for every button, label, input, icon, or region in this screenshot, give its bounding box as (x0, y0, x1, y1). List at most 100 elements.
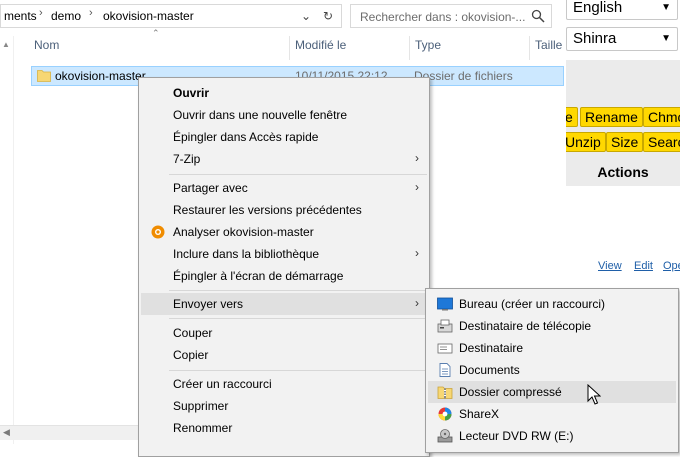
scroll-left-icon[interactable]: ◀ (3, 427, 10, 438)
size-button[interactable]: Size (606, 132, 644, 152)
menu-item-restore-previous[interactable]: Restaurer les versions précédentes (141, 199, 427, 221)
breadcrumb-item[interactable]: demo (51, 9, 81, 23)
column-divider[interactable] (529, 36, 530, 60)
sendto-item-sharex[interactable]: ShareX (428, 403, 676, 425)
navigation-pane[interactable]: ▲ (0, 36, 14, 444)
sharex-icon (438, 407, 452, 421)
submenu-arrow-icon: › (415, 151, 419, 165)
menu-item-create-shortcut[interactable]: Créer un raccourci (141, 373, 427, 395)
menu-item-open[interactable]: Ouvrir (141, 82, 427, 104)
menu-item-pin-quick-access[interactable]: Épingler dans Accès rapide (141, 126, 427, 148)
search-placeholder: Rechercher dans : okovision-... (360, 10, 526, 24)
menu-separator (169, 174, 427, 175)
menu-item-cut[interactable]: Couper (141, 322, 427, 344)
menu-item-label: Destinataire (459, 341, 524, 355)
menu-item-7zip[interactable]: 7-Zip › (141, 148, 427, 170)
column-divider[interactable] (289, 36, 290, 60)
dropdown-chevron-icon[interactable]: ⌄ (297, 9, 315, 25)
column-header-type[interactable]: Type (415, 38, 441, 52)
folder-icon (37, 70, 51, 82)
submenu-arrow-icon: › (415, 180, 419, 194)
search-icon (531, 9, 545, 23)
column-header-modified[interactable]: Modifié le (295, 38, 346, 52)
menu-item-label: Analyser okovision-master (173, 225, 314, 239)
chmod-button[interactable]: Chmo (643, 107, 680, 127)
chevron-right-icon[interactable]: › (39, 7, 43, 19)
mouse-cursor-icon (587, 384, 601, 405)
send-to-submenu: Bureau (créer un raccourci) Destinataire… (425, 288, 679, 453)
desktop-icon (437, 297, 453, 311)
menu-item-label: Lecteur DVD RW (E:) (459, 429, 574, 443)
submenu-arrow-icon: › (415, 246, 419, 260)
menu-item-analyze[interactable]: Analyser okovision-master (141, 221, 427, 243)
menu-separator (169, 290, 427, 291)
rename-button[interactable]: Rename (580, 107, 643, 127)
menu-item-label: Dossier compressé (459, 385, 562, 399)
sendto-item-desktop[interactable]: Bureau (créer un raccourci) (428, 293, 676, 315)
breadcrumb-item[interactable]: ments (4, 9, 37, 23)
sendto-item-mail[interactable]: Destinataire (428, 337, 676, 359)
menu-item-label: Partager avec (173, 181, 248, 195)
documents-icon (439, 363, 451, 377)
address-bar[interactable]: ments › demo › okovision-master ⌄ ↻ (0, 4, 342, 28)
menu-item-label: Restaurer les versions précédentes (173, 203, 362, 217)
zip-folder-icon (437, 386, 453, 399)
menu-item-include-library[interactable]: Inclure dans la bibliothèque › (141, 243, 427, 265)
menu-item-label: Supprimer (173, 399, 229, 413)
menu-separator (169, 318, 427, 319)
chevron-right-icon[interactable]: › (89, 7, 93, 19)
sendto-item-dvd[interactable]: Lecteur DVD RW (E:) (428, 425, 676, 447)
scroll-up-icon[interactable]: ▲ (2, 40, 10, 49)
file-name: okovision-master (55, 69, 146, 83)
context-menu: Ouvrir Ouvrir dans une nouvelle fenêtre … (138, 77, 430, 457)
menu-item-rename[interactable]: Renommer (141, 417, 427, 439)
theme-select-value: Shinra (573, 30, 617, 47)
sort-caret-icon: ⌃ (152, 28, 160, 38)
sendto-item-documents[interactable]: Documents (428, 359, 676, 381)
open-link[interactable]: Ope (663, 260, 680, 272)
menu-item-label: Renommer (173, 421, 233, 435)
menu-item-label: Bureau (créer un raccourci) (459, 297, 606, 311)
edit-link[interactable]: Edit (634, 260, 653, 272)
menu-item-label: Épingler à l'écran de démarrage (173, 269, 344, 283)
menu-item-share-with[interactable]: Partager avec › (141, 177, 427, 199)
menu-item-label: Épingler dans Accès rapide (173, 130, 319, 144)
menu-item-label: Copier (173, 348, 209, 362)
menu-item-label: Inclure dans la bibliothèque (173, 247, 320, 261)
fax-icon (437, 319, 453, 333)
column-divider[interactable] (409, 36, 410, 60)
unzip-button[interactable]: Unzip (560, 132, 606, 152)
search-input[interactable]: Rechercher dans : okovision-... (350, 4, 552, 28)
menu-item-label: Documents (459, 363, 520, 377)
menu-item-label: Ouvrir dans une nouvelle fenêtre (173, 108, 348, 122)
search-button[interactable]: Searc (643, 132, 680, 152)
theme-select[interactable]: Shinra ▼ (566, 27, 678, 51)
chevron-down-icon: ▼ (661, 33, 671, 44)
menu-item-label: ShareX (459, 407, 500, 421)
language-select[interactable]: English ▼ (566, 0, 678, 20)
menu-item-delete[interactable]: Supprimer (141, 395, 427, 417)
menu-item-label: 7-Zip (173, 152, 201, 166)
menu-item-label: Ouvrir (173, 86, 210, 100)
dvd-drive-icon (437, 429, 453, 443)
menu-item-label: Envoyer vers (173, 297, 244, 311)
breadcrumb-item[interactable]: okovision-master (103, 9, 194, 23)
menu-item-label: Créer un raccourci (173, 377, 272, 391)
actions-heading: Actions (597, 164, 649, 180)
chevron-down-icon: ▼ (661, 2, 671, 13)
menu-item-label: Destinataire de télécopie (459, 319, 592, 333)
menu-item-open-new-window[interactable]: Ouvrir dans une nouvelle fenêtre (141, 104, 427, 126)
menu-item-send-to[interactable]: Envoyer vers › (141, 293, 427, 315)
column-header-size[interactable]: Taille (535, 38, 562, 52)
menu-separator (169, 370, 427, 371)
menu-item-label: Couper (173, 326, 213, 340)
menu-item-copy[interactable]: Copier (141, 344, 427, 366)
language-select-value: English (573, 0, 623, 16)
column-header-name[interactable]: Nom (34, 38, 59, 52)
refresh-icon[interactable]: ↻ (319, 9, 337, 25)
view-link[interactable]: View (598, 260, 622, 272)
sendto-item-compressed-folder[interactable]: Dossier compressé (428, 381, 676, 403)
menu-item-pin-start[interactable]: Épingler à l'écran de démarrage (141, 265, 427, 287)
sendto-item-fax[interactable]: Destinataire de télécopie (428, 315, 676, 337)
submenu-arrow-icon: › (415, 296, 419, 310)
